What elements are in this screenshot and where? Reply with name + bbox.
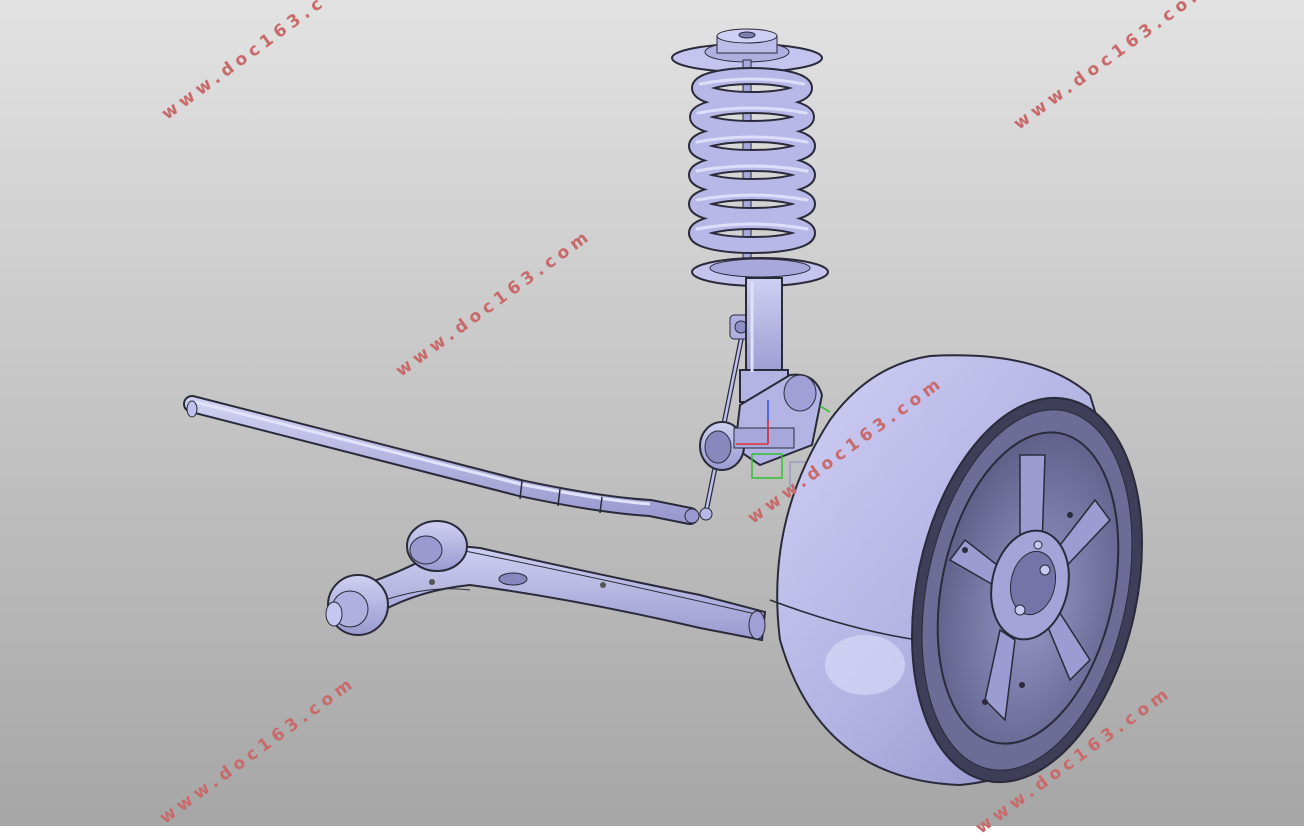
coil-spring[interactable] [688, 67, 816, 254]
cad-3d-viewport[interactable]: www.doc163.c www.doc163.com www.doc163.c… [0, 0, 1304, 838]
viewport-canvas[interactable] [0, 0, 1304, 826]
